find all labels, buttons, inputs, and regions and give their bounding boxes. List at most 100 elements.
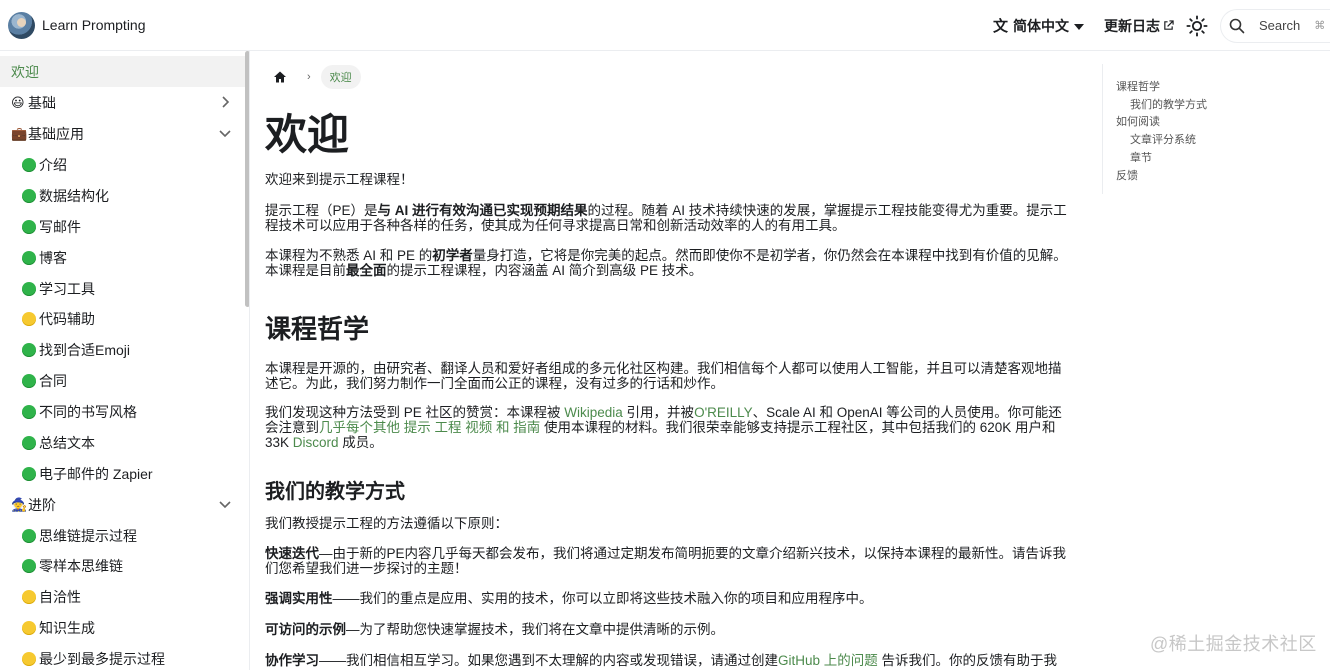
sidebar-item-label: 基础应用 <box>28 125 84 142</box>
watermark: @稀土掘金技术社区 <box>1150 634 1317 654</box>
chevron-down-icon[interactable] <box>219 127 231 139</box>
breadcrumb-current: 欢迎 <box>320 65 361 89</box>
paragraph-community: 我们发现这种方法受到 PE 社区的赞赏：本课程被 Wikipedia 引用，并被… <box>265 405 1062 450</box>
sidebar-item-label: 数据结构化 <box>39 187 109 204</box>
sidebar-item-label: 电子邮件的 Zapier <box>39 465 153 482</box>
sidebar-item-writing-styles[interactable]: 不同的书写风格 <box>0 396 245 427</box>
home-icon[interactable] <box>273 70 287 84</box>
sidebar-item-intermediate[interactable]: 🧙 进阶 <box>0 489 245 520</box>
paragraph-open-source: 本课程是开源的，由研究者、翻译人员和爱好者组成的多元化社区构建。我们相信每个人都… <box>265 361 1062 391</box>
sidebar-item-label: 学习工具 <box>39 280 95 297</box>
sidebar-item-label: 代码辅助 <box>39 310 95 327</box>
wizard-emoji-icon: 🧙 <box>11 496 28 512</box>
sidebar-item-zero-shot-cot[interactable]: 零样本思维链 <box>0 550 245 581</box>
brand-title: Learn Prompting <box>42 17 146 33</box>
search-label: Search <box>1259 18 1301 33</box>
sidebar-item-coding-assistance[interactable]: 代码辅助 <box>0 303 245 334</box>
green-circle-icon <box>22 558 36 573</box>
toc-item-teaching-approach[interactable]: 我们的教学方式 <box>1130 96 1207 112</box>
paragraph-practicality: 强调实用性——我们的重点是应用、实用的技术，你可以立即将这些技术融入你的项目和应… <box>265 591 873 606</box>
sidebar-item-label: 知识生成 <box>39 619 95 636</box>
sidebar-item-label: 思维链提示过程 <box>39 527 137 544</box>
breadcrumb-separator: › <box>307 71 311 83</box>
heading-course-philosophy: 课程哲学 <box>265 314 370 344</box>
toc-item-rating-system[interactable]: 文章评分系统 <box>1130 131 1196 147</box>
heading-teaching-approach: 我们的教学方式 <box>265 481 405 503</box>
paragraph-beginners: 本课程为不熟悉 AI 和 PE 的初学者量身打造，它将是你完美的起点。然而即使你… <box>265 248 1067 278</box>
sidebar-item-label: 写邮件 <box>39 218 81 235</box>
external-link-icon <box>1164 20 1174 30</box>
sidebar-item-basic-applications[interactable]: 💼 基础应用 <box>0 118 245 149</box>
sidebar-item-summarizing-text[interactable]: 总结文本 <box>0 427 245 458</box>
toc-item-how-to-read[interactable]: 如何阅读 <box>1116 113 1160 129</box>
sidebar-item-self-consistency[interactable]: 自洽性 <box>0 581 245 612</box>
top-navbar: Learn Prompting 文 简体中文 更新日志 Search ⌘ <box>0 0 1330 51</box>
sidebar: 欢迎 😃 基础 💼 基础应用 介绍 数据结构化 写邮件 博客 学习工具 代码辅助… <box>0 51 250 670</box>
other-resources-links[interactable]: 几乎每个其他 提示 工程 视频 和 指南 <box>319 420 540 435</box>
green-circle-icon <box>22 373 36 388</box>
language-label: 简体中文 <box>1013 17 1069 34</box>
logo-avatar <box>8 11 35 39</box>
green-circle-icon <box>22 435 36 450</box>
sidebar-item-label: 自洽性 <box>39 588 81 605</box>
chevron-down-icon[interactable] <box>219 498 231 510</box>
toc-item-feedback[interactable]: 反馈 <box>1116 167 1138 183</box>
github-issue-link[interactable]: GitHub 上的问题 <box>778 653 878 668</box>
green-circle-icon <box>22 404 36 419</box>
sidebar-item-generated-knowledge[interactable]: 知识生成 <box>0 612 245 643</box>
sidebar-item-welcome[interactable]: 欢迎 <box>0 56 245 87</box>
sidebar-item-writing-emails[interactable]: 写邮件 <box>0 211 245 242</box>
paragraph-pe-definition: 提示工程（PE）是与 AI 进行有效沟通已实现预期结果的过程。随着 AI 技术持… <box>265 203 1067 233</box>
paragraph-examples: 可访问的示例—为了帮助您快速掌握技术，我们将在文章中提供清晰的示例。 <box>265 622 724 637</box>
paragraph-principles: 我们教授提示工程的方法遵循以下原则： <box>265 516 508 531</box>
table-of-contents: 课程哲学 我们的教学方式 如何阅读 文章评分系统 章节 反馈 <box>1102 64 1302 194</box>
sidebar-item-label: 合同 <box>39 372 67 389</box>
main-content: › 欢迎 欢迎 欢迎来到提示工程课程！ 提示工程（PE）是与 AI 进行有效沟通… <box>265 51 1075 670</box>
chevron-right-icon[interactable] <box>219 96 231 108</box>
sidebar-item-label: 零样本思维链 <box>39 557 123 574</box>
sidebar-item-label: 进阶 <box>28 496 56 513</box>
brand-link[interactable]: Learn Prompting <box>8 11 146 39</box>
sidebar-scrollbar[interactable] <box>245 51 249 307</box>
green-circle-icon <box>22 188 36 203</box>
sidebar-item-study-tools[interactable]: 学习工具 <box>0 273 245 304</box>
changelog-label: 更新日志 <box>1104 17 1160 34</box>
sidebar-item-label: 不同的书写风格 <box>39 403 137 420</box>
intro-paragraph: 欢迎来到提示工程课程！ <box>265 172 414 187</box>
smiley-emoji-icon: 😃 <box>11 94 25 110</box>
sidebar-item-basics[interactable]: 😃 基础 <box>0 87 245 118</box>
sidebar-item-chain-of-thought[interactable]: 思维链提示过程 <box>0 520 245 551</box>
theme-toggle-sun-icon[interactable] <box>1186 14 1208 37</box>
green-circle-icon <box>22 157 36 172</box>
changelog-link[interactable]: 更新日志 <box>1104 16 1174 36</box>
language-dropdown[interactable]: 文 简体中文 <box>993 15 1084 36</box>
green-circle-icon <box>22 342 36 357</box>
wikipedia-link[interactable]: Wikipedia <box>564 405 623 420</box>
discord-link[interactable]: Discord <box>293 435 339 450</box>
toc-item-course-philosophy[interactable]: 课程哲学 <box>1116 78 1160 94</box>
oreilly-link[interactable]: O'REILLY <box>694 405 753 420</box>
sidebar-item-label: 总结文本 <box>39 434 95 451</box>
toc-item-chapters[interactable]: 章节 <box>1130 149 1152 165</box>
paragraph-collaborative: 协作学习——我们相信相互学习。如果您遇到不太理解的内容或发现错误，请通过创建Gi… <box>265 653 1058 668</box>
sidebar-item-intro[interactable]: 介绍 <box>0 149 245 180</box>
green-circle-icon <box>22 528 36 543</box>
sidebar-item-finding-emojis[interactable]: 找到合适Emoji <box>0 334 245 365</box>
search-button[interactable]: Search ⌘ <box>1220 8 1330 43</box>
sidebar-item-structuring-data[interactable]: 数据结构化 <box>0 180 245 211</box>
translate-icon: 文 <box>992 18 1008 35</box>
sidebar-item-zapier-emails[interactable]: 电子邮件的 Zapier <box>0 458 245 489</box>
sidebar-item-label: 博客 <box>39 249 67 266</box>
sidebar-item-label: 找到合适Emoji <box>39 341 131 358</box>
sidebar-item-blogs[interactable]: 博客 <box>0 242 245 273</box>
breadcrumb: › 欢迎 <box>273 65 361 89</box>
search-shortcut: ⌘ <box>1314 20 1326 32</box>
sidebar-item-least-to-most[interactable]: 最少到最多提示过程 <box>0 643 245 670</box>
sidebar-item-label: 基础 <box>28 94 56 111</box>
sidebar-item-contracts[interactable]: 合同 <box>0 365 245 396</box>
green-circle-icon <box>22 281 36 296</box>
yellow-circle-icon <box>22 311 36 326</box>
paragraph-rapid-iteration: 快速迭代—由于新的PE内容几乎每天都会发布，我们将通过定期发布简明扼要的文章介绍… <box>265 546 1067 576</box>
yellow-circle-icon <box>22 651 36 666</box>
search-icon <box>1229 18 1245 33</box>
